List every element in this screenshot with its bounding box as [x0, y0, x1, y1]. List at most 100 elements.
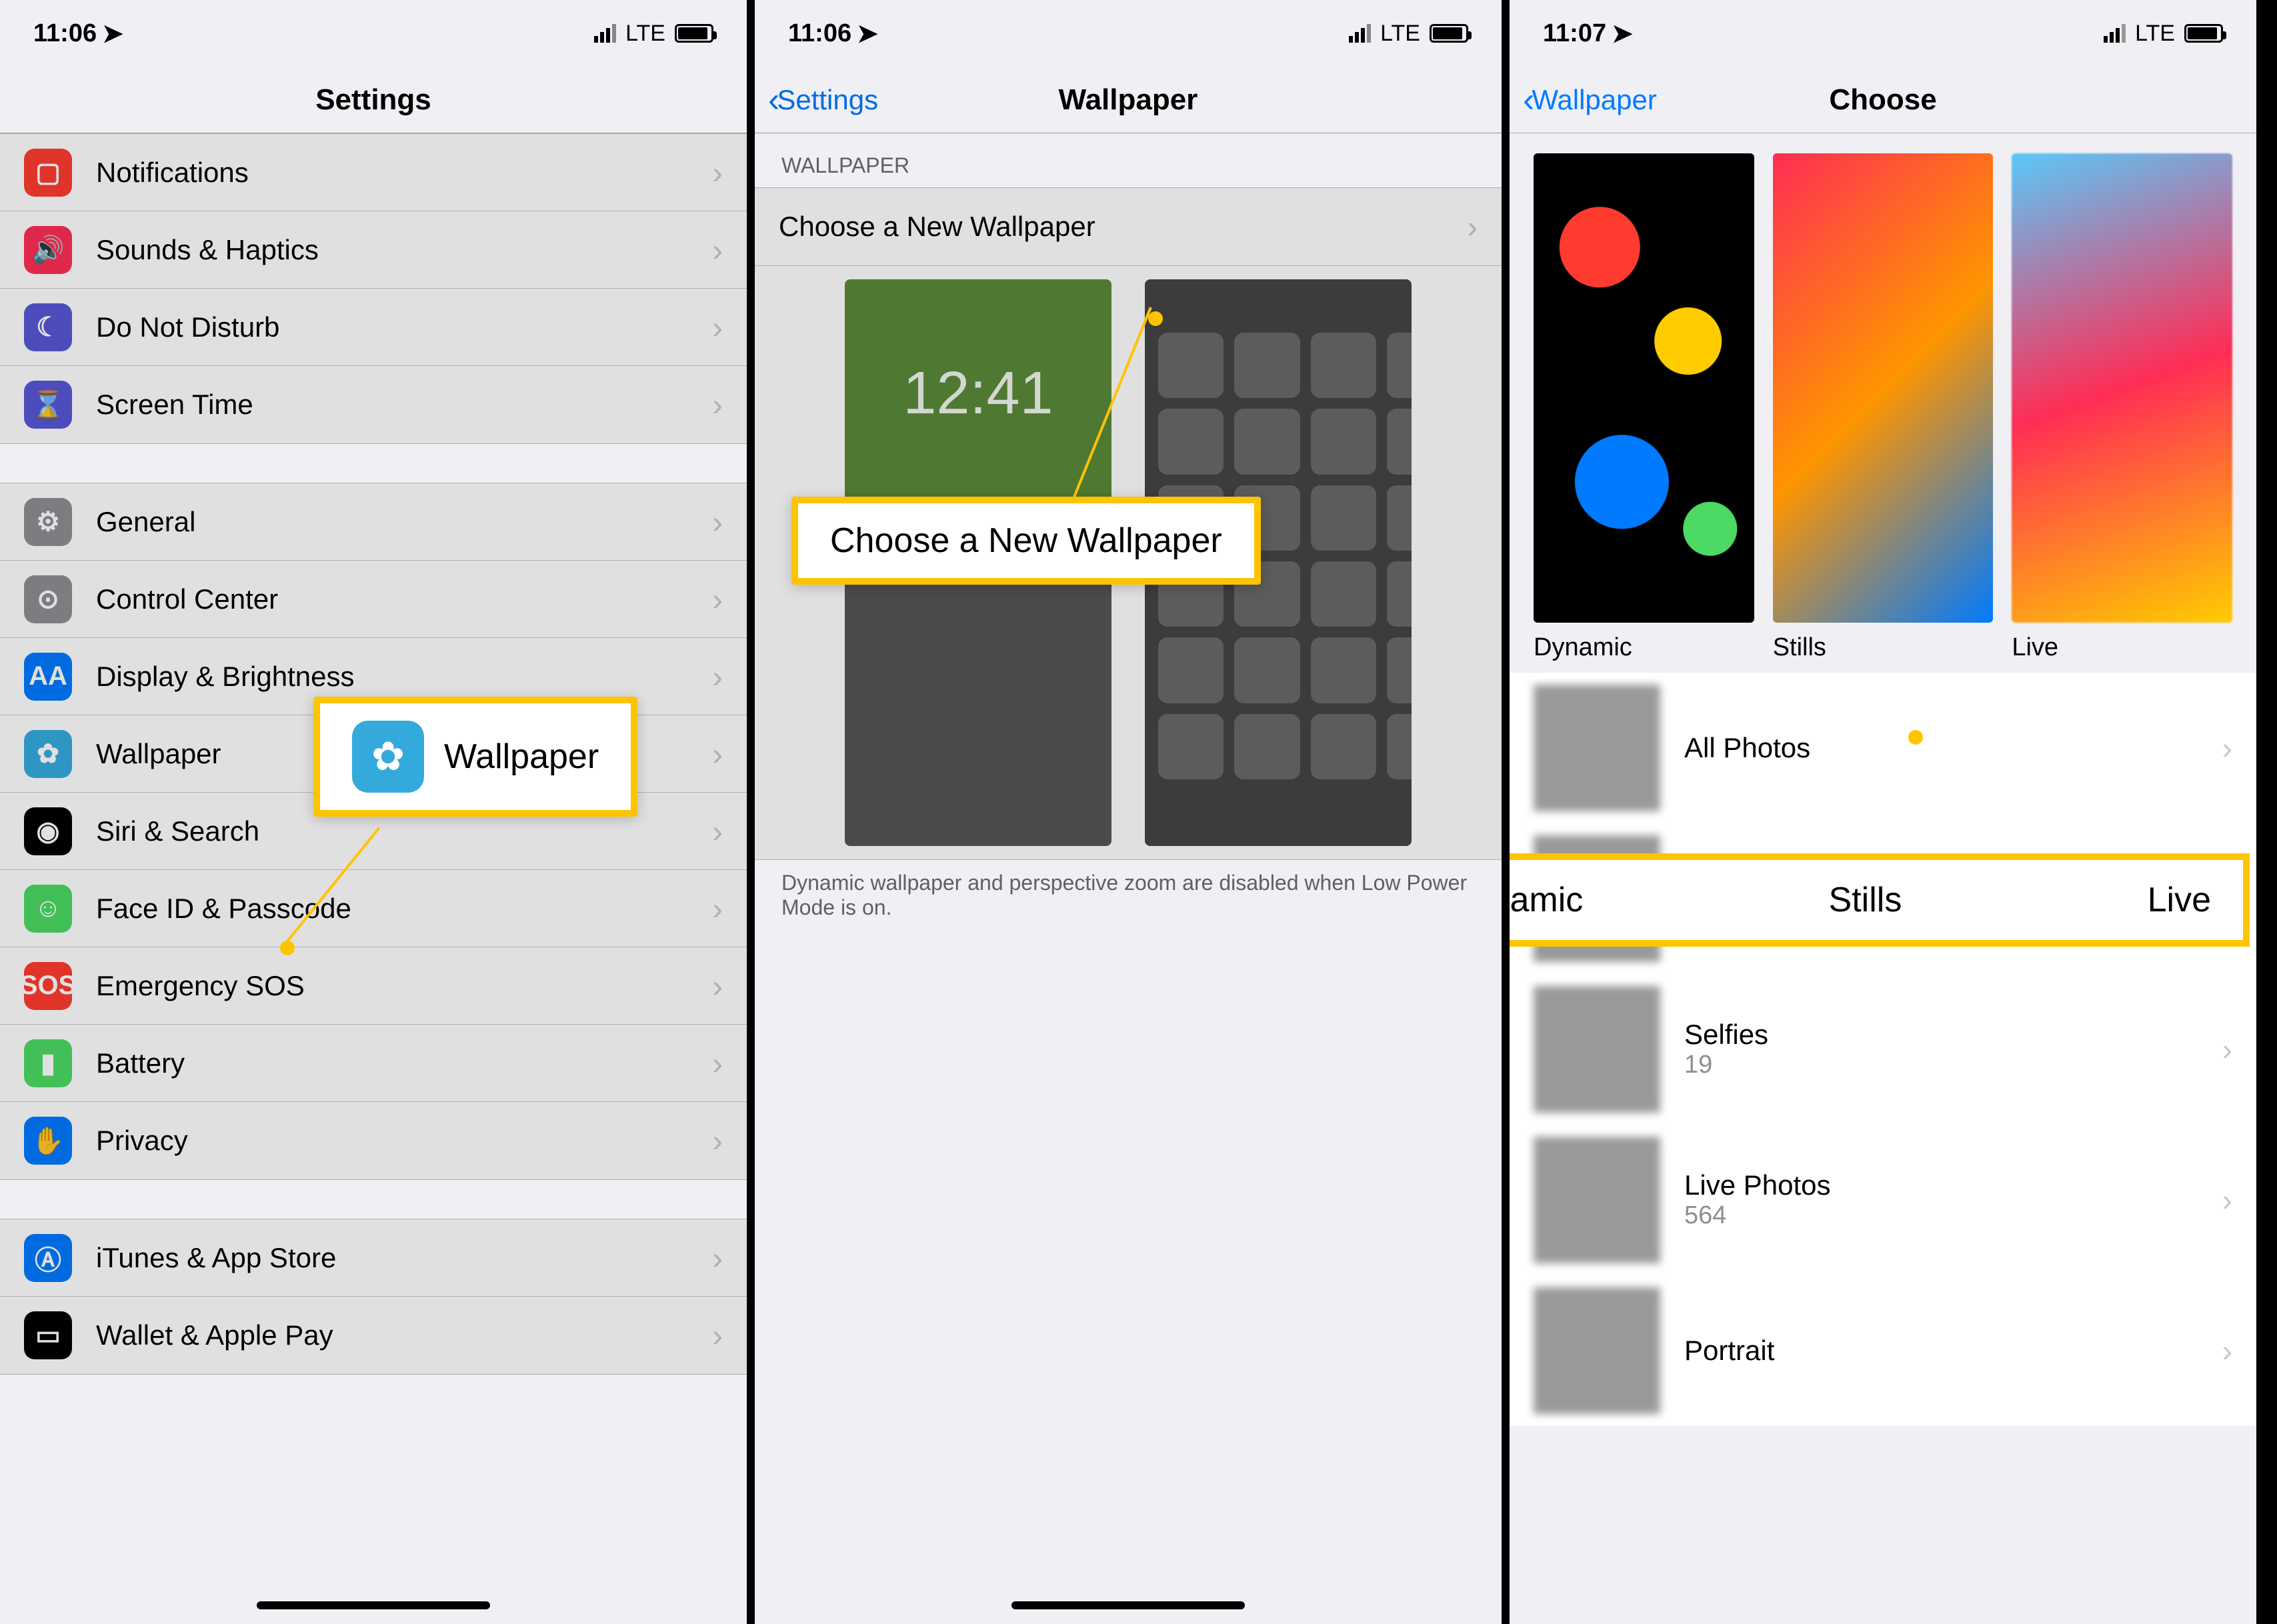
row-icon: AA — [24, 653, 72, 701]
row-label: Choose a New Wallpaper — [779, 211, 1468, 243]
settings-row[interactable]: ▢ Notifications › — [0, 134, 747, 211]
back-button[interactable]: ‹ Wallpaper — [1510, 80, 1657, 120]
category-thumb — [1773, 153, 1994, 623]
chevron-right-icon: › — [713, 659, 723, 695]
row-label: Battery — [96, 1047, 713, 1079]
back-button[interactable]: ‹ Settings — [755, 80, 878, 120]
battery-icon — [675, 24, 713, 43]
row-label: Sounds & Haptics — [96, 234, 713, 266]
chevron-right-icon: › — [713, 581, 723, 617]
row-label: Notifications — [96, 157, 713, 189]
location-icon: ➤ — [1612, 19, 1633, 49]
row-label: Control Center — [96, 583, 713, 615]
album-row[interactable]: Selfies 19 › — [1510, 974, 2256, 1125]
back-label: Settings — [777, 84, 878, 116]
callout-choose: Choose a New Wallpaper — [791, 497, 1261, 585]
category-label: Dynamic — [1534, 633, 1754, 662]
settings-row[interactable]: 🔊 Sounds & Haptics › — [0, 211, 747, 289]
row-icon: Ⓐ — [24, 1234, 72, 1282]
settings-row[interactable]: ▮ Battery › — [0, 1025, 747, 1102]
row-icon: ▭ — [24, 1311, 72, 1359]
chevron-right-icon: › — [1468, 209, 1478, 245]
album-title: Portrait — [1684, 1335, 2198, 1367]
wallpaper-categories: Dynamic Stills Live — [1510, 133, 2256, 673]
settings-row[interactable]: ☾ Do Not Disturb › — [0, 289, 747, 366]
row-icon: ⌛ — [24, 381, 72, 429]
settings-row[interactable]: ✋ Privacy › — [0, 1102, 747, 1179]
settings-row[interactable]: ☺ Face ID & Passcode › — [0, 870, 747, 947]
home-indicator — [1011, 1601, 1245, 1609]
settings-group-3: Ⓐ iTunes & App Store › ▭ Wallet & Apple … — [0, 1219, 747, 1375]
pointer-dot — [1148, 311, 1163, 326]
signal-icon — [594, 24, 616, 43]
chevron-right-icon: › — [713, 1045, 723, 1081]
row-icon: 🔊 — [24, 226, 72, 274]
category-dynamic[interactable]: Dynamic — [1534, 153, 1754, 662]
album-title: Selfies — [1684, 1019, 2198, 1051]
nav-bar: ‹ Wallpaper Choose — [1510, 67, 2256, 133]
album-count: 19 — [1684, 1051, 2198, 1079]
callout-dynamic: Dynamic — [1510, 880, 1583, 920]
settings-row[interactable]: ⌛ Screen Time › — [0, 366, 747, 443]
category-live[interactable]: Live — [2012, 153, 2232, 662]
row-label: Wallet & Apple Pay — [96, 1319, 713, 1351]
chevron-right-icon: › — [713, 155, 723, 191]
album-thumb — [1534, 1137, 1660, 1263]
row-icon: ⚙ — [24, 498, 72, 546]
album-thumb — [1534, 1287, 1660, 1414]
screen-choose: 11:07 ➤ LTE ‹ Wallpaper Choose Dynamic S… — [1510, 0, 2264, 1624]
network-label: LTE — [1380, 21, 1420, 47]
callout-stills: Stills — [1829, 880, 1902, 920]
chevron-right-icon: › — [2222, 1031, 2232, 1067]
album-row[interactable]: Portrait › — [1510, 1275, 2256, 1426]
wallpaper-icon: ✿ — [352, 721, 424, 793]
chevron-right-icon: › — [2222, 1182, 2232, 1218]
status-bar: 11:06 ➤ LTE — [755, 0, 1502, 67]
choose-new-wallpaper-row[interactable]: Choose a New Wallpaper › — [755, 188, 1502, 265]
status-bar: 11:06 ➤ LTE — [0, 0, 747, 67]
screen-settings: 11:06 ➤ LTE Settings ▢ Notifications › 🔊… — [0, 0, 755, 1624]
row-label: Do Not Disturb — [96, 311, 713, 343]
settings-row[interactable]: Ⓐ iTunes & App Store › — [0, 1219, 747, 1297]
chevron-right-icon: › — [713, 736, 723, 772]
row-label: Emergency SOS — [96, 970, 713, 1002]
album-title: Live Photos — [1684, 1169, 2198, 1201]
location-icon: ➤ — [857, 19, 878, 49]
row-label: Privacy — [96, 1125, 713, 1157]
footer-note: Dynamic wallpaper and perspective zoom a… — [755, 860, 1502, 931]
row-icon: ▮ — [24, 1039, 72, 1087]
settings-row[interactable]: ⊙ Control Center › — [0, 561, 747, 638]
chevron-right-icon: › — [2222, 1333, 2232, 1369]
callout-live: Live — [2148, 880, 2211, 920]
row-label: iTunes & App Store — [96, 1242, 713, 1274]
battery-icon — [1430, 24, 1468, 43]
section-header: WALLPAPER — [755, 133, 1502, 187]
album-row[interactable]: Live Photos 564 › — [1510, 1125, 2256, 1275]
settings-group-2: ⚙ General › ⊙ Control Center › AA Displa… — [0, 483, 747, 1180]
home-indicator — [257, 1601, 490, 1609]
screen-wallpaper: 11:06 ➤ LTE ‹ Settings Wallpaper WALLPAP… — [755, 0, 1510, 1624]
category-stills[interactable]: Stills — [1773, 153, 1994, 662]
chevron-right-icon: › — [713, 309, 723, 345]
settings-row[interactable]: ▭ Wallet & Apple Pay › — [0, 1297, 747, 1374]
settings-group-1: ▢ Notifications › 🔊 Sounds & Haptics › ☾… — [0, 133, 747, 444]
album-count: 564 — [1684, 1201, 2198, 1230]
chevron-right-icon: › — [713, 232, 723, 268]
nav-bar: ‹ Settings Wallpaper — [755, 67, 1502, 133]
callout-categories: Dynamic Stills Live — [1510, 853, 2250, 947]
category-thumb — [1534, 153, 1754, 623]
category-label: Live — [2012, 633, 2232, 662]
chevron-right-icon: › — [2222, 730, 2232, 766]
callout-label: Wallpaper — [444, 737, 599, 777]
row-label: Face ID & Passcode — [96, 893, 713, 925]
album-thumb — [1534, 685, 1660, 811]
settings-row[interactable]: ⚙ General › — [0, 483, 747, 561]
callout-label: Choose a New Wallpaper — [830, 521, 1222, 561]
row-icon: ▢ — [24, 149, 72, 197]
chevron-right-icon: › — [713, 504, 723, 540]
album-row[interactable]: All Photos › — [1510, 673, 2256, 823]
row-label: Siri & Search — [96, 815, 713, 847]
category-label: Stills — [1773, 633, 1994, 662]
settings-row[interactable]: SOS Emergency SOS › — [0, 947, 747, 1025]
album-title: All Photos — [1684, 732, 2198, 764]
